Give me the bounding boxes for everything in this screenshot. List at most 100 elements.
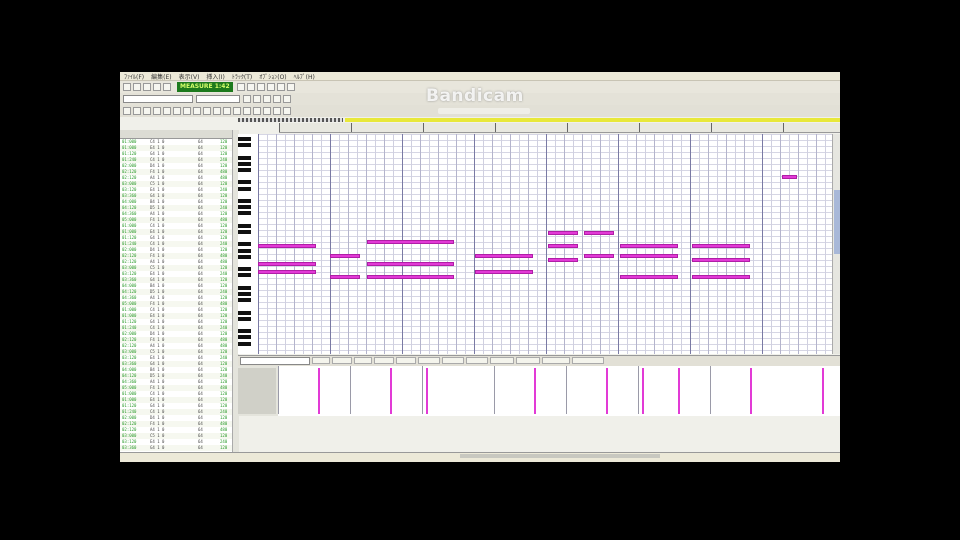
mute-tool-icon[interactable] [193,107,201,115]
help-icon[interactable] [283,107,291,115]
palette-icon[interactable] [273,107,281,115]
velocity-stick[interactable] [642,368,644,414]
midi-note[interactable] [367,240,454,244]
rewind-button[interactable] [153,83,161,91]
midi-note[interactable] [692,275,750,279]
controller-tab[interactable] [396,357,416,364]
sync-button[interactable] [276,83,285,91]
midi-note[interactable] [620,275,678,279]
black-key[interactable] [238,248,251,253]
black-key[interactable] [238,230,251,234]
midi-note[interactable] [584,254,614,258]
midi-note[interactable] [548,258,578,262]
black-key[interactable] [238,267,251,272]
undo-icon[interactable] [203,107,211,115]
midi-note[interactable] [475,270,533,274]
event-list[interactable]: 01:000 C4 1 0 64 120 01:000 E4 1 0 64 120 01:120… [120,130,239,452]
velocity-stick[interactable] [822,368,824,414]
controller-tab[interactable] [354,357,372,364]
redo-icon[interactable] [213,107,221,115]
glue-tool-icon[interactable] [183,107,191,115]
snap-tool-icon[interactable] [163,107,171,115]
mute-button[interactable] [243,95,251,103]
forward-button[interactable] [163,83,171,91]
controller-tab[interactable] [418,357,440,364]
midi-note[interactable] [258,270,316,274]
menu-item[interactable]: 表示(V) [179,72,200,81]
port-button[interactable] [283,95,291,103]
stop-button[interactable] [133,83,141,91]
black-key[interactable] [238,316,251,321]
black-key[interactable] [238,180,251,185]
black-key[interactable] [238,335,251,340]
record-button[interactable] [143,83,151,91]
controller-tab[interactable] [332,357,352,364]
velocity-pane[interactable] [238,366,840,416]
controller-tab[interactable] [374,357,394,364]
controller-tab[interactable] [312,357,330,364]
horizontal-scrollbar[interactable] [460,454,660,458]
midi-note[interactable] [620,244,678,248]
midi-note[interactable] [367,275,454,279]
midi-note[interactable] [692,258,750,262]
event-row[interactable]: 03:360 G4 1 0 64 120 [120,445,238,451]
menu-item[interactable]: ﾍﾙﾌﾟ(H) [294,72,315,81]
midi-note[interactable] [782,175,797,179]
midi-note[interactable] [548,244,578,248]
black-key[interactable] [238,199,251,203]
velocity-stick[interactable] [426,368,428,414]
controller-tab[interactable] [516,357,540,364]
midi-note[interactable] [475,254,533,258]
piano-keyboard[interactable] [238,134,259,354]
black-key[interactable] [238,186,251,191]
menu-item[interactable]: ﾄﾗｯｸ(T) [232,72,252,81]
cut-icon[interactable] [223,107,231,115]
velocity-stick[interactable] [750,368,752,414]
black-key[interactable] [238,254,251,259]
controller-select[interactable] [240,357,310,365]
quantize-icon[interactable] [253,107,261,115]
ch-button[interactable] [273,95,281,103]
black-key[interactable] [238,285,251,290]
copy-icon[interactable] [233,107,241,115]
black-key[interactable] [238,341,251,346]
midi-note[interactable] [258,244,316,248]
piano-roll-grid[interactable] [258,134,832,354]
menu-item[interactable]: ｵﾌﾟｼｮﾝ(O) [259,72,286,81]
pencil-tool-icon[interactable] [133,107,141,115]
velocity-stick[interactable] [534,368,536,414]
black-key[interactable] [238,137,251,141]
wait-button[interactable] [286,83,295,91]
loop-button[interactable] [236,83,245,91]
black-key[interactable] [238,161,251,166]
black-key[interactable] [238,211,251,216]
controller-tab[interactable] [490,357,514,364]
instrument-field[interactable] [196,95,240,103]
arm-button[interactable] [263,95,271,103]
play-button[interactable] [123,83,131,91]
black-key[interactable] [238,310,251,315]
controller-tab[interactable] [466,357,488,364]
eraser-tool-icon[interactable] [143,107,151,115]
controller-tab[interactable] [442,357,464,364]
midi-note[interactable] [258,262,316,266]
midi-note[interactable] [330,254,360,258]
loop-range-strip[interactable] [345,118,840,122]
menu-item[interactable]: 挿入(I) [206,72,224,81]
midi-note[interactable] [692,244,750,248]
select-tool-icon[interactable] [123,107,131,115]
velocity-stick[interactable] [318,368,320,414]
solo-button[interactable] [253,95,261,103]
measure-ruler[interactable] [279,123,840,133]
track-name-field[interactable] [123,95,193,103]
velocity-stick[interactable] [606,368,608,414]
black-key[interactable] [238,143,251,148]
punch-button[interactable] [266,83,275,91]
grid-icon[interactable] [263,107,271,115]
scissors-tool-icon[interactable] [173,107,181,115]
controller-tab[interactable] [572,357,604,364]
black-key[interactable] [238,292,251,296]
velocity-stick[interactable] [678,368,680,414]
menu-item[interactable]: ﾌｧｲﾙ(F) [124,72,144,81]
black-key[interactable] [238,205,251,210]
